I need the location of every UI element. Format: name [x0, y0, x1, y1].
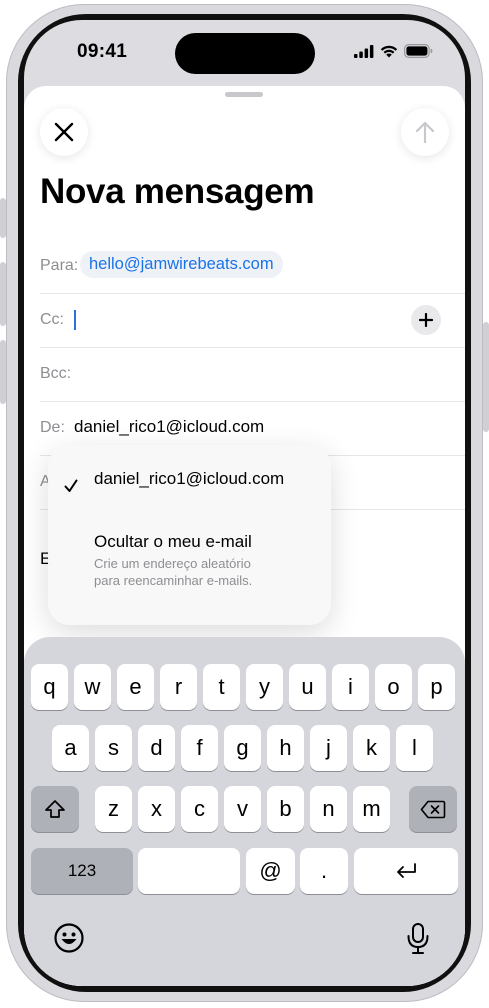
key-g[interactable]: g: [224, 725, 261, 771]
signal-icon: [354, 44, 374, 58]
key-d[interactable]: d: [138, 725, 175, 771]
bcc-field[interactable]: Bcc:: [40, 347, 465, 402]
key-t[interactable]: t: [203, 664, 240, 710]
keyboard: q w e r t y u i o p a s d f g h j k l z …: [24, 637, 465, 986]
key-q[interactable]: q: [31, 664, 68, 710]
status-time: 09:41: [77, 41, 128, 62]
numbers-key[interactable]: 123: [31, 848, 133, 894]
menu-option-hide-my-email[interactable]: Ocultar o meu e-mail Crie um endereço al…: [48, 515, 331, 625]
key-b[interactable]: b: [267, 786, 304, 832]
status-icons: [354, 44, 433, 58]
keyboard-row-4: 123 @ .: [24, 848, 465, 894]
return-key[interactable]: [354, 848, 458, 894]
microphone-icon: [407, 923, 429, 954]
return-icon: [397, 863, 416, 878]
close-icon: [54, 122, 74, 142]
sheet-grabber[interactable]: [225, 92, 263, 97]
emoji-button[interactable]: [53, 922, 89, 958]
key-v[interactable]: v: [224, 786, 261, 832]
key-s[interactable]: s: [95, 725, 132, 771]
cc-field[interactable]: Cc:: [40, 293, 465, 348]
dot-key[interactable]: .: [300, 848, 348, 894]
menu-option-icloud-email[interactable]: daniel_rico1@icloud.com: [48, 445, 331, 515]
to-field[interactable]: Para: hello@jamwirebeats.com: [40, 239, 465, 294]
shift-icon: [45, 800, 65, 818]
key-y[interactable]: y: [246, 664, 283, 710]
backspace-key[interactable]: [409, 786, 457, 832]
key-c[interactable]: c: [181, 786, 218, 832]
volume-down-button: [0, 340, 6, 404]
wifi-icon: [380, 45, 398, 57]
screen: 09:41 Nova mensagem Para: hello@jamwireb…: [24, 20, 465, 986]
key-u[interactable]: u: [289, 664, 326, 710]
compose-title: Nova mensagem: [40, 172, 315, 211]
to-label: Para:: [40, 257, 79, 274]
keyboard-row-1: q w e r t y u i o p: [24, 664, 465, 710]
key-a[interactable]: a: [52, 725, 89, 771]
checkmark-icon: [64, 479, 78, 492]
bcc-label: Bcc:: [40, 365, 72, 382]
space-key[interactable]: [138, 848, 240, 894]
key-f[interactable]: f: [181, 725, 218, 771]
hide-my-email-description: Crie um endereço aleatório para reencami…: [94, 555, 314, 589]
shift-key[interactable]: [31, 786, 79, 832]
from-value[interactable]: daniel_rico1@icloud.com: [74, 417, 264, 437]
close-button[interactable]: [40, 108, 88, 156]
key-n[interactable]: n: [310, 786, 347, 832]
emoji-icon: [54, 923, 84, 953]
menu-option-icloud-email-label: daniel_rico1@icloud.com: [94, 469, 285, 488]
text-cursor: [74, 310, 76, 330]
volume-up-button: [0, 262, 6, 326]
from-address-menu: daniel_rico1@icloud.com Ocultar o meu e-…: [48, 445, 331, 625]
hide-my-email-title: Ocultar o meu e-mail: [94, 532, 252, 551]
key-l[interactable]: l: [396, 725, 433, 771]
side-button: [483, 322, 489, 432]
backspace-icon: [420, 800, 446, 818]
action-button: [0, 198, 6, 238]
from-label: De:: [40, 419, 65, 436]
send-arrow-icon: [415, 121, 435, 144]
dictation-button[interactable]: [406, 922, 434, 960]
cc-label: Cc:: [40, 311, 64, 328]
add-contact-button[interactable]: [411, 305, 441, 335]
status-bar: 09:41: [24, 20, 465, 90]
at-key[interactable]: @: [246, 848, 295, 894]
keyboard-row-2: a s d f g h j k l: [24, 725, 465, 771]
battery-icon: [404, 44, 433, 58]
key-k[interactable]: k: [353, 725, 390, 771]
keyboard-row-3: z x c v b n m: [24, 786, 465, 832]
key-z[interactable]: z: [95, 786, 132, 832]
key-r[interactable]: r: [160, 664, 197, 710]
dynamic-island: [175, 33, 315, 74]
key-o[interactable]: o: [375, 664, 412, 710]
hide-my-email-description-line1: Crie um endereço aleatório: [94, 556, 251, 571]
key-p[interactable]: p: [418, 664, 455, 710]
recipient-chip[interactable]: hello@jamwirebeats.com: [80, 251, 283, 278]
key-m[interactable]: m: [353, 786, 390, 832]
key-x[interactable]: x: [138, 786, 175, 832]
key-j[interactable]: j: [310, 725, 347, 771]
hide-my-email-description-line2: para reencaminhar e-mails.: [94, 573, 253, 588]
send-button[interactable]: [401, 108, 449, 156]
key-h[interactable]: h: [267, 725, 304, 771]
key-e[interactable]: e: [117, 664, 154, 710]
key-i[interactable]: i: [332, 664, 369, 710]
key-w[interactable]: w: [74, 664, 111, 710]
plus-icon: [419, 313, 433, 327]
